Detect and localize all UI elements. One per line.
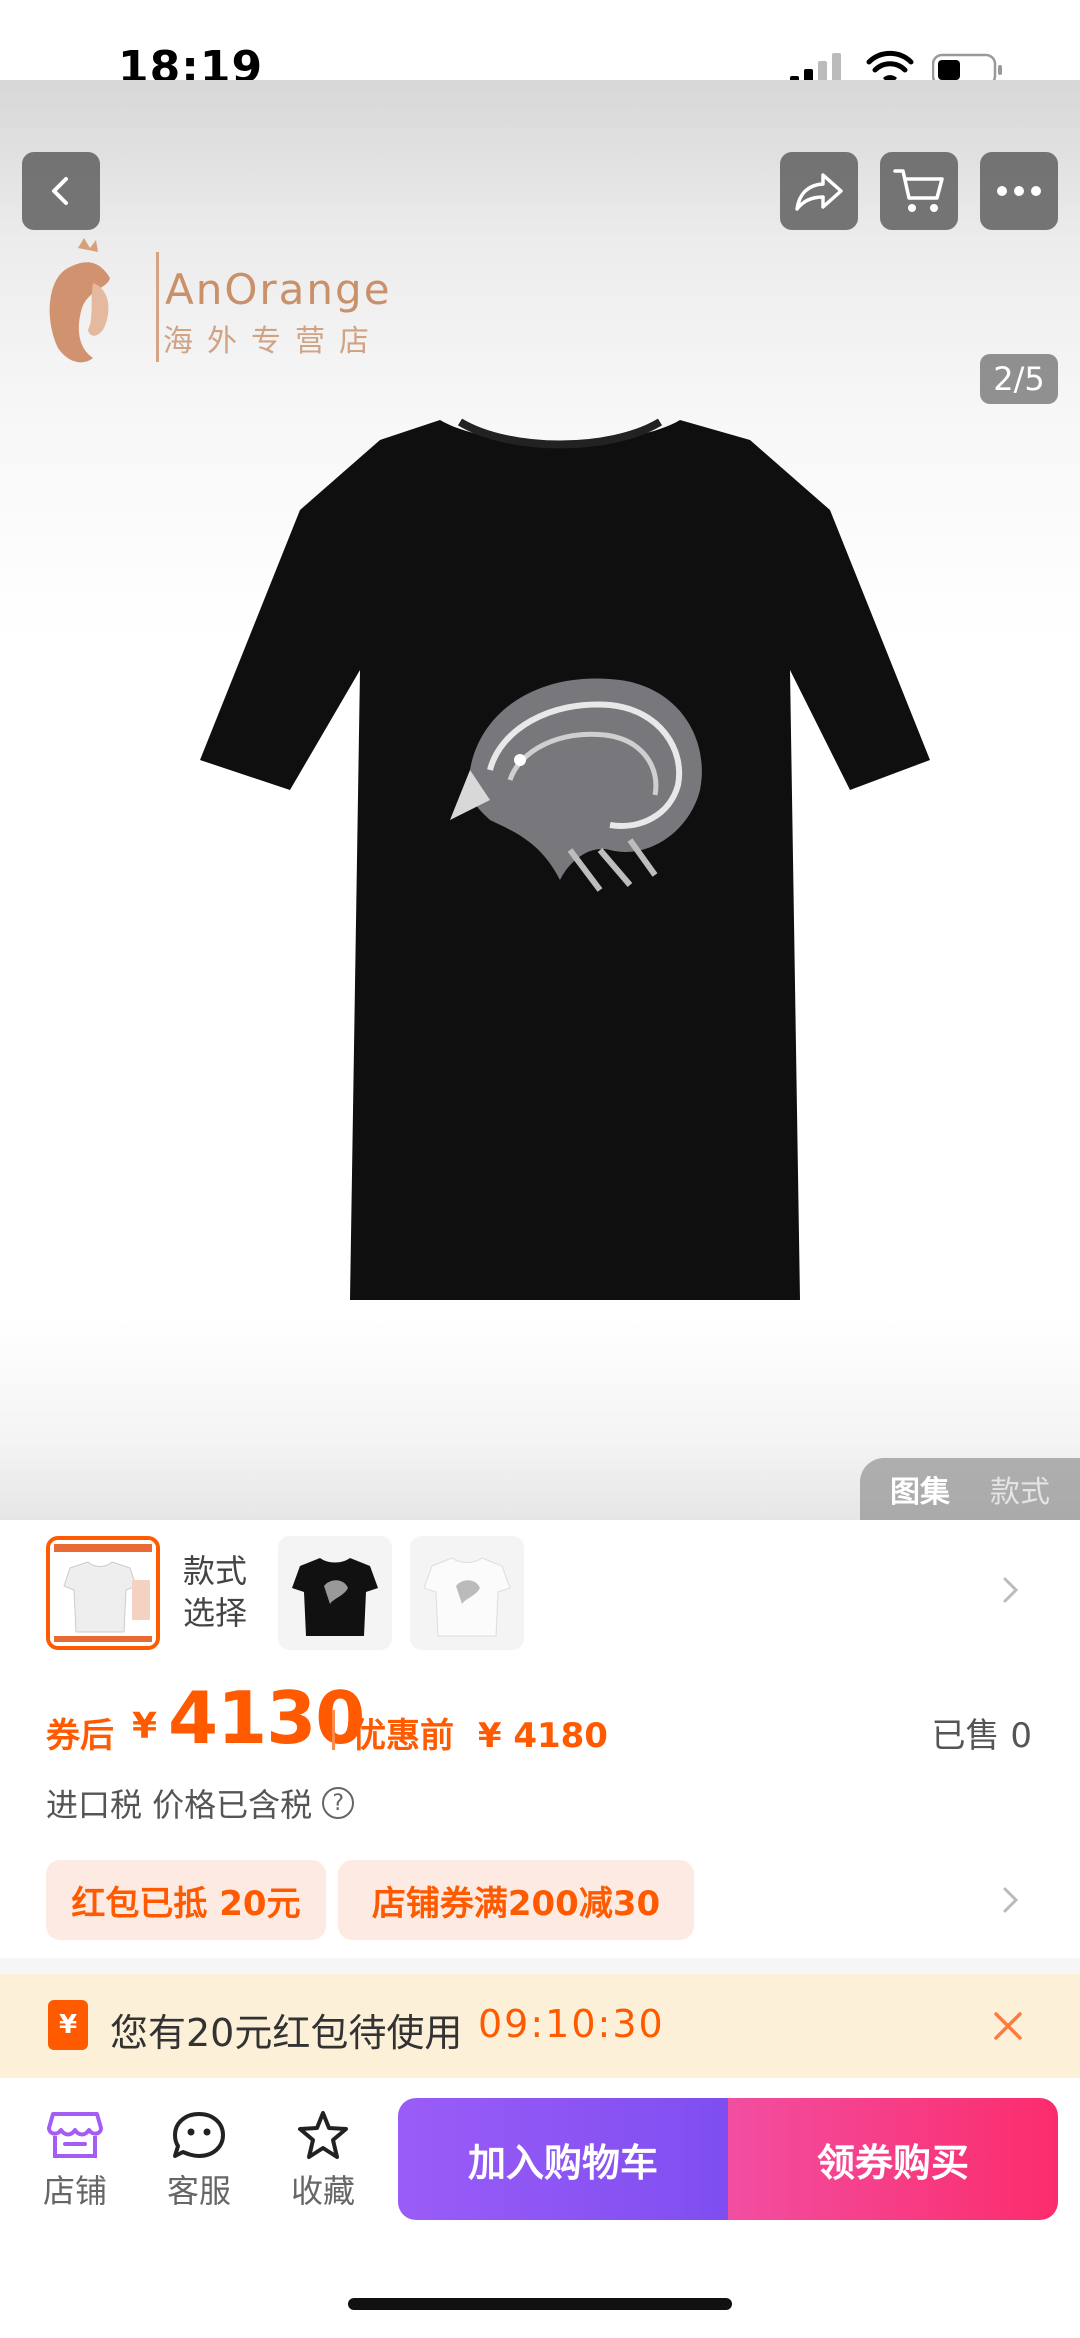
sold-count: 已售 0 [931,1716,1032,1756]
currency-symbol: ¥ [132,1706,158,1747]
status-bar: 18:19 [0,0,1080,93]
cart-icon [893,169,944,212]
banner-countdown: 09:10:30 [478,2002,665,2046]
style-thumbnail-white[interactable] [410,1536,524,1650]
nav-store[interactable]: 店铺 [30,2110,120,2212]
share-icon [795,173,843,211]
style-label-line1: 款式 [183,1552,248,1590]
store-logo-subtitle: 海外专营店 [163,324,383,359]
red-packet-icon: ¥ [48,2000,88,2050]
customer-service-icon [173,2112,225,2158]
store-logo-name: AnOrange [165,265,392,314]
buy-with-coupon-button[interactable]: 领券购买 [728,2098,1058,2220]
style-selector-label: 款式 选择 [183,1550,247,1634]
price-row: 券后 ¥ 4130 优惠前 ¥ 4180 已售 0 [0,1668,1080,1768]
nav-favorite-label: 收藏 [290,2172,355,2210]
add-to-cart-button[interactable]: 加入购物车 [398,2098,728,2220]
star-icon [298,2111,348,2159]
product-tshirt-image [200,418,930,1300]
close-icon[interactable] [990,2008,1026,2044]
more-button[interactable] [980,152,1058,230]
after-coupon-label: 券后 [46,1716,114,1756]
back-button[interactable] [22,152,100,230]
nav-favorite[interactable]: 收藏 [278,2110,368,2212]
before-discount-price: ¥ 4180 [477,1716,608,1756]
product-image-gallery[interactable]: AnOrange 海外专营店 2/5 图集 款式 [0,80,1080,1520]
coupon-red-packet[interactable]: 红包已抵 20元 [46,1860,326,1940]
price-divider [332,1710,335,1750]
banner-text: 您有20元红包待使用 [110,2011,463,2055]
red-packet-banner[interactable]: ¥ 您有20元红包待使用 09:10:30 [0,1974,1080,2078]
white-tshirt-thumbnail [50,1540,156,1646]
style-selector[interactable]: 款式 选择 [0,1520,1080,1660]
gallery-tabs: 图集 款式 [860,1458,1080,1520]
tax-text: 进口税 价格已含税 [46,1786,313,1824]
help-icon[interactable]: ? [322,1787,355,1819]
coupon-store[interactable]: 店铺券满200减30 [338,1860,694,1940]
style-label-line2: 选择 [183,1594,248,1632]
before-discount-label: 优惠前 [352,1716,454,1756]
style-thumbnail-selected[interactable] [46,1536,160,1650]
store-icon [47,2112,103,2158]
chevron-right-icon[interactable] [995,1885,1025,1915]
before-discount: 优惠前 ¥ 4180 [352,1708,608,1757]
section-divider [0,1958,1080,1974]
more-icon [997,186,1041,196]
chevron-right-icon[interactable] [995,1575,1025,1605]
tab-gallery[interactable]: 图集 [890,1467,950,1511]
nav-customer-service[interactable]: 客服 [154,2110,244,2212]
chevron-left-icon [52,177,68,205]
nav-store-label: 店铺 [42,2172,107,2210]
tab-styles[interactable]: 款式 [990,1467,1050,1511]
white-tshirt-thumbnail-2 [410,1536,524,1650]
nav-customer-service-label: 客服 [166,2172,231,2210]
black-tshirt-thumbnail [278,1536,392,1650]
home-indicator [348,2298,732,2310]
page-indicator: 2/5 [980,354,1058,404]
coupon-row[interactable]: 红包已抵 20元 店铺券满200减30 [0,1858,1080,1942]
share-button[interactable] [780,152,858,230]
tax-info: 进口税 价格已含税 ? [46,1780,355,1826]
style-thumbnail-black[interactable] [278,1536,392,1650]
logo-divider [156,252,159,362]
store-logo-emblem [49,238,110,363]
cart-button[interactable] [880,152,958,230]
